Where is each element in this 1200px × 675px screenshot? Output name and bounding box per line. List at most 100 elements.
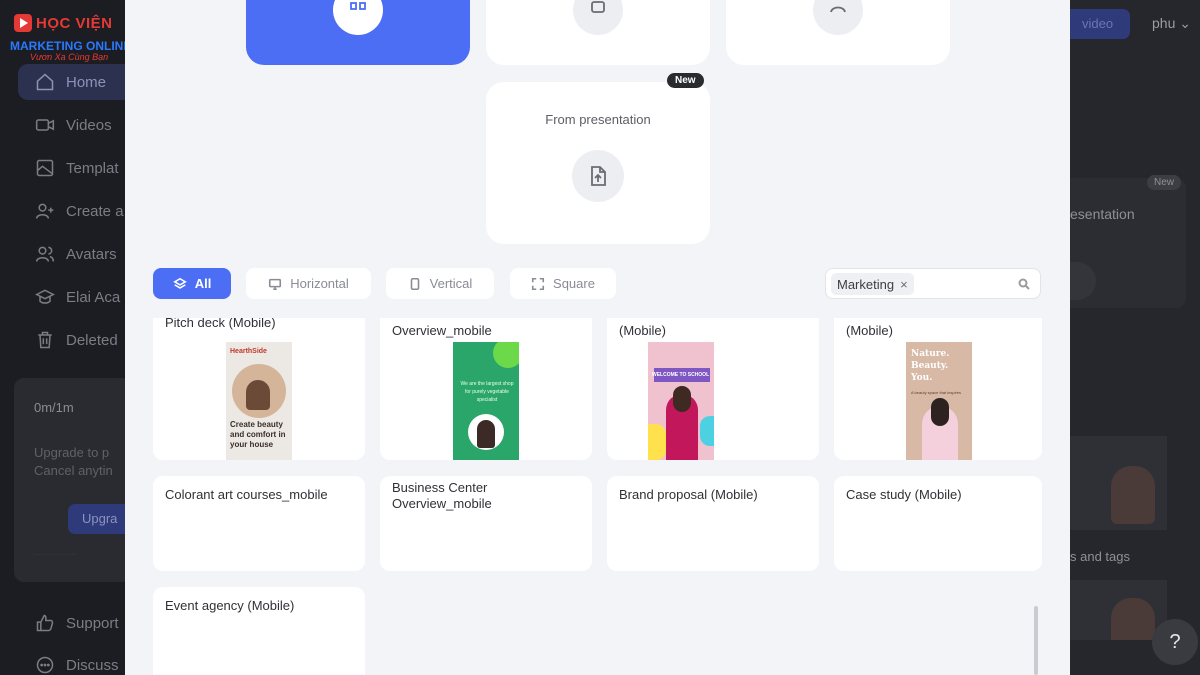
option-card-3[interactable] <box>726 0 950 65</box>
search-icon <box>1018 277 1030 290</box>
template-card[interactable]: Case study (Mobile) <box>834 476 1042 571</box>
filter-square[interactable]: Square <box>510 268 616 299</box>
plan-fine-print: ····················· <box>34 552 76 558</box>
thumb-leaf-decoration <box>493 342 519 368</box>
filter-label: Square <box>553 276 595 291</box>
sidebar-item-label: Support <box>66 614 119 632</box>
sidebar-item-templates[interactable]: Templat <box>18 150 138 186</box>
search-tag-chip[interactable]: Marketing × <box>831 273 914 295</box>
template-card[interactable]: Colorant art courses_mobile <box>153 476 365 571</box>
filter-all[interactable]: All <box>153 268 231 299</box>
chip-label: Marketing <box>837 276 895 292</box>
user-name: phu <box>1152 15 1176 31</box>
sidebar-item-deleted[interactable]: Deleted <box>18 322 138 358</box>
option-card-blank[interactable] <box>246 0 470 65</box>
sidebar-item-support[interactable]: Support <box>18 605 138 641</box>
sidebar-item-discuss[interactable]: Discuss <box>18 647 138 675</box>
logo-play-icon <box>14 14 32 32</box>
sidebar-item-label: Elai Aca <box>66 288 121 306</box>
thumb-subcopy: A beauty space that inspires <box>911 390 962 395</box>
sidebar-item-home[interactable]: Home <box>18 64 138 100</box>
create-video-button[interactable]: video <box>1070 9 1130 39</box>
academy-icon <box>34 286 56 308</box>
thumb-copy: Nature. Beauty. You. <box>911 349 950 383</box>
template-title: Event agency (Mobile) <box>165 598 295 613</box>
help-button[interactable]: ? <box>1152 619 1198 665</box>
template-thumbnail: We are the largest shop for purely veget… <box>453 342 519 460</box>
thumb-presenter-image <box>922 398 958 460</box>
background-thumbnail <box>1070 436 1167 530</box>
template-card[interactable]: Event agency (Mobile) <box>153 587 365 675</box>
template-card[interactable]: Business Center Overview_mobile <box>380 476 592 571</box>
sidebar-item-create-avatar[interactable]: Create a <box>18 193 138 229</box>
template-picker-modal: From presentation New All Horizontal Ver… <box>125 0 1070 675</box>
template-title: (Mobile) <box>846 323 893 338</box>
option-circle <box>573 0 623 35</box>
sidebar-item-label: Avatars <box>66 245 117 263</box>
plan-card: 0m/1m Upgrade to p Cancel anytin Upgra ·… <box>14 378 148 582</box>
presentation-label: esentation <box>1070 206 1135 222</box>
chip-remove-icon[interactable]: × <box>900 277 908 292</box>
logo-line3: Vươn Xa Cùng Bạn <box>30 52 109 62</box>
create-avatar-icon <box>34 200 56 222</box>
document-icon <box>591 1 605 13</box>
thumb-brand: HearthSide <box>230 348 267 355</box>
discuss-icon <box>34 654 56 675</box>
sidebar-item-videos[interactable]: Videos <box>18 107 138 143</box>
template-title: Business Center Overview_mobile <box>392 480 492 511</box>
template-title: (Mobile) <box>619 323 666 338</box>
option-card-2[interactable] <box>486 0 710 65</box>
template-grid: Pitch deck (Mobile) HearthSide Create be… <box>153 318 1042 675</box>
option-title: From presentation <box>545 112 651 127</box>
square-crop-icon <box>531 277 545 290</box>
sidebar-item-academy[interactable]: Elai Aca <box>18 279 138 315</box>
thumb-presenter-image <box>468 414 504 450</box>
file-upload-icon <box>591 166 606 186</box>
template-title: Overview_mobile <box>392 323 492 338</box>
app-sidebar: HỌC VIỆN MARKETING ONLINE Vươn Xa Cùng B… <box>0 0 148 675</box>
template-card[interactable]: Pitch deck (Mobile) HearthSide Create be… <box>153 318 365 460</box>
thumb-copy: WELCOME TO SCHOOL <box>652 372 710 378</box>
sidebar-item-label: Templat <box>66 159 119 177</box>
filter-vertical[interactable]: Vertical <box>386 268 494 299</box>
sidebar-item-avatars[interactable]: Avatars <box>18 236 138 272</box>
thumb-copy: We are the largest shop for purely veget… <box>460 381 514 403</box>
template-icon <box>34 157 56 179</box>
filter-horizontal[interactable]: Horizontal <box>246 268 371 299</box>
video-icon <box>34 114 56 136</box>
template-title: Case study (Mobile) <box>846 487 962 502</box>
template-thumbnail: WELCOME TO SCHOOL <box>648 342 714 460</box>
watermark-logo: HỌC VIỆN MARKETING ONLINE Vươn Xa Cùng B… <box>8 12 131 62</box>
user-menu[interactable]: phu ⌄ <box>1152 15 1191 32</box>
sidebar-item-label: Videos <box>66 116 112 134</box>
option-circle <box>572 150 624 202</box>
avatars-icon <box>34 243 56 265</box>
template-search-input[interactable]: Marketing × <box>825 268 1041 299</box>
template-thumbnail: HearthSide Create beauty and comfort in … <box>226 342 292 460</box>
sidebar-item-label: Deleted <box>66 331 118 349</box>
logo-line1: HỌC VIỆN <box>36 15 113 32</box>
template-card[interactable]: Overview_mobile We are the largest shop … <box>380 318 592 460</box>
template-card[interactable]: (Mobile) WELCOME TO SCHOOL <box>607 318 819 460</box>
template-grid-scrollbar[interactable] <box>1034 606 1038 675</box>
template-title: Brand proposal (Mobile) <box>619 487 758 502</box>
filter-label: Horizontal <box>290 276 349 291</box>
template-card[interactable]: Brand proposal (Mobile) <box>607 476 819 571</box>
avatar-icon <box>830 6 846 13</box>
thumb-lamp-image <box>232 364 286 418</box>
background-right-panel: video phu ⌄ New esentation s and tags <box>1070 0 1200 675</box>
new-badge: New <box>667 73 704 88</box>
thumb-copy: Create beauty and comfort in your house <box>230 420 286 449</box>
phone-icon <box>410 277 419 290</box>
monitor-icon <box>269 278 282 290</box>
option-blank-circle <box>333 0 383 35</box>
option-card-from-presentation[interactable]: From presentation <box>486 82 710 244</box>
thumb-decoration <box>700 416 714 446</box>
new-badge: New <box>1147 175 1182 190</box>
sidebar-item-label: Create a <box>66 202 124 220</box>
background-thumbnail <box>1070 580 1167 640</box>
home-icon <box>34 71 56 93</box>
filter-label: All <box>194 276 212 291</box>
thumb-presenter-image <box>666 386 698 460</box>
template-card[interactable]: (Mobile) Nature. Beauty. You. A beauty s… <box>834 318 1042 460</box>
